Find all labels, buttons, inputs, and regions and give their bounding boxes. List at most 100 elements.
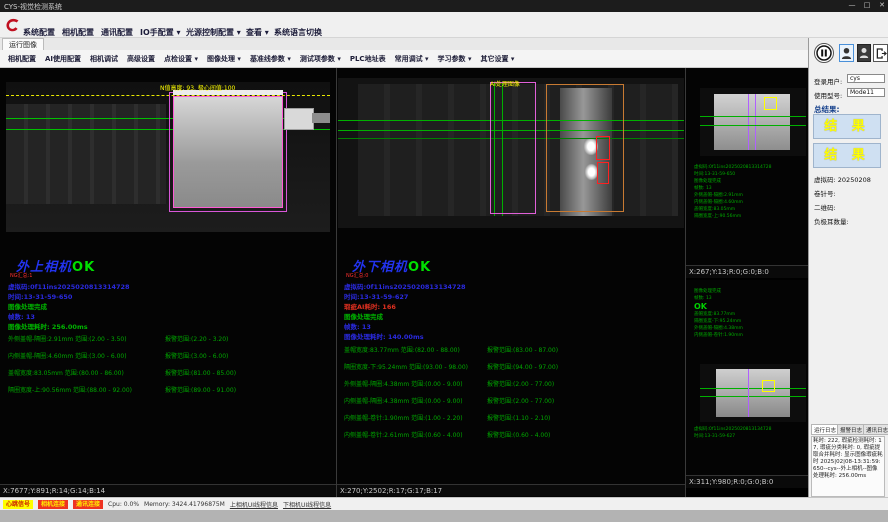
close-button[interactable]: ✕ [876,1,888,9]
measurement-text: 隔圈宽度-上:90.56mm 范围:(88.00 - 92.00) [8,385,132,394]
alarm-range-text: 报警范围:(2.20 - 3.20) [165,334,228,343]
measure-line [700,388,806,389]
process-time-line: 图像处理耗时: 140.00ms [344,331,424,341]
tiny-line: 帧数: 13 [694,295,743,302]
measurement-text: 外侧盖帽-隔圈:2.91mm 范围:(2.00 - 3.50) [8,334,127,343]
thumbnail-panel-top: 虚拟码:0f11ins2025020813314728 时间:13-31-59-… [686,68,808,278]
violet-line [748,94,749,150]
result-ok-label: OK [408,260,431,275]
camera-image-lower[interactable]: AI处理图像 [338,78,684,228]
log-tab-alarm[interactable]: 报警日志 [837,424,865,435]
tiny-line: 隔圈宽度-下:95.24mm [694,318,743,325]
toolbar-advanced[interactable]: 高级设置 [127,54,155,64]
alarm-range-text: 报警范围:(94.00 - 97.00) [487,362,558,371]
app-logo-icon [4,17,21,34]
tab-strip: 运行图像 [0,38,808,50]
toolbar-other-settings[interactable]: 其它设置 ▾ [480,54,514,64]
status-bar: 心跳信号 相机连接 通讯连接 Cpu: 0.0% Memory: 3424.41… [0,497,888,510]
toolbar-ai-config[interactable]: AI使用配置 [45,54,81,64]
measurement-text: 盖帽宽度:83.77mm 范围:(82.00 - 88.00) [344,345,460,354]
coordinate-readout: X:267;Y:13;R:0;G:0;B:0 [689,268,769,276]
menu-item-light-control[interactable]: 光源控制配置 ▾ [186,27,241,38]
toolbar-camera-config[interactable]: 相机配置 [8,54,36,64]
coordinate-readout: X:7677;Y:891;R:14;G:14;B:14 [3,487,105,495]
result-ok-label: OK [72,260,95,275]
exit-button[interactable] [873,44,888,62]
camera-panel-lower: AI处理图像 外下相机OK NG汇总:0 虚拟码:0f11ins20250208… [337,68,685,497]
roi-box-magenta [490,82,536,214]
time-line: 时间:13-31-59-627 [344,291,408,301]
app-window: CYS-视觉检测系统 — □ ✕ 系统配置 相机配置 通讯配置 IO手配置 ▾ … [0,0,888,522]
minimize-button[interactable]: — [846,1,858,9]
user-login-button[interactable] [839,44,854,62]
tab-run-image[interactable]: 运行图像 [2,38,44,50]
lower-camera-thread-link[interactable]: 下相机UI线程信息 [283,500,331,509]
log-text[interactable]: 耗时: 222, 瑕疵检测耗时: 17, 瑕疵分类耗时: 0, 瑕疵提取合并耗时… [811,436,885,497]
pause-button[interactable] [814,43,834,63]
tiny-line: 隔圈宽度-上:90.56mm [694,213,771,220]
camera-conn-badge: 相机连接 [38,500,68,509]
process-done-line: 图像处理完成 [8,301,47,311]
comm-conn-badge: 通讯连接 [73,500,103,509]
thumbnail-result-text-upper: 图像处理完成 帧数: 13 OK 盖帽宽度:83.77mm 隔圈宽度-下:95.… [694,288,743,339]
qrcode-label: 二维码: [814,202,836,212]
measurement-text: 盖帽宽度:83.05mm 范围:(80.00 - 86.00) [8,368,124,377]
upper-camera-thread-link[interactable]: 上相机UI线程信息 [230,500,278,509]
barcode-line: 虚拟码:0f11ins2025020813134728 [344,281,466,291]
alarm-range-text: 报警范围:(2.00 - 77.00) [487,379,554,388]
measurement-text: 内侧盖帽-隔圈:4.60mm 范围:(3.00 - 6.00) [8,351,127,360]
result-ok-label: OK [694,302,743,311]
image-annotation: AI处理图像 [490,79,520,88]
coordinate-strip: X:7677;Y:891;R:14;G:14;B:14 [0,484,336,496]
menu-item-system-config[interactable]: 系统配置 [23,27,55,38]
defect-box [597,162,609,184]
tiny-line: 时间:13-31-59-650 [694,171,771,178]
menu-item-language-switch[interactable]: 系统语言切换 [274,27,322,38]
maximize-button[interactable]: □ [861,1,873,9]
toolbar-test-params[interactable]: 测试项参数 ▾ [300,54,341,64]
thumbnail-image-top[interactable] [700,88,806,156]
roi-box-orange [546,84,624,212]
toolbar-plc-table[interactable]: PLC地址表 [350,54,386,64]
menu-item-camera-config[interactable]: 相机配置 [62,27,94,38]
menu-item-comm-config[interactable]: 通讯配置 [101,27,133,38]
login-user-label: 登录用户: [814,76,842,86]
toolbar-camera-debug[interactable]: 相机调试 [90,54,118,64]
toolbar-common-debug[interactable]: 常用调试 ▾ [395,54,429,64]
measurement-text: 隔圈宽度-下:95.24mm 范围:(93.00 - 98.00) [344,362,468,371]
barcode-line: 虚拟码:0f11ins2025020813314728 [8,281,130,291]
tiny-line: 内侧盖帽-隔圈:4.60mm [694,199,771,206]
log-tab-run[interactable]: 运行日志 [811,424,839,435]
toolbar-spot-check[interactable]: 点检设置 ▾ [164,54,198,64]
alarm-range-text: 报警范围:(3.00 - 6.00) [165,351,228,360]
camera-image-upper[interactable]: N值高度: 93. 极心间值:100 [6,82,330,232]
toolbar-learn-params[interactable]: 学习参数 ▾ [438,54,472,64]
measure-line [700,125,806,126]
sidebar: 登录用户: cys 使用型号: Mode11 总结果: 结 果 结 果 虚拟码:… [808,38,888,497]
coordinate-strip: X:267;Y:13;R:0;G:0;B:0 [686,265,808,278]
violet-line [755,94,756,150]
title-bar: CYS-视觉检测系统 — □ ✕ [0,0,888,12]
alarm-range-text: 报警范围:(81.00 - 85.00) [165,368,236,377]
cpu-usage: Cpu: 0.0% [108,501,139,508]
menu-item-io-manual[interactable]: IO手配置 ▾ [140,27,181,38]
memory-usage: Memory: 3424.41796875M [144,501,225,508]
virtual-code-value: 20250208 [838,176,871,184]
ng-summary-label: NG汇总:0 [346,272,368,279]
tiny-line: 时间:13-31-59-627 [694,433,771,440]
coordinate-strip: X:311;Y:980;R:0;G:0;B:0 [686,475,808,488]
operator-button[interactable] [857,44,871,62]
camera-panel-upper: N值高度: 93. 极心间值:100 外上相机OK NG汇总:1 虚拟码:0f1… [0,68,336,497]
log-section: 运行日志 报警日志 通讯日志 耗时: 222, 瑕疵检测耗时: 17, 瑕疵分类… [809,424,888,497]
menu-bar: 系统配置 相机配置 通讯配置 IO手配置 ▾ 光源控制配置 ▾ 查看 ▾ 系统语… [0,12,888,38]
tiny-line: 图像处理完成 [694,288,743,295]
menu-item-view[interactable]: 查看 ▾ [246,27,269,38]
log-tab-comm[interactable]: 通讯日志 [863,424,888,435]
login-user-value[interactable]: cys [847,74,885,83]
toolbar-baseline-params[interactable]: 基准线参数 ▾ [250,54,291,64]
toolbar-image-process[interactable]: 图像处理 ▾ [207,54,241,64]
model-value[interactable]: Mode11 [847,88,885,97]
thumbnail-image-bottom[interactable] [700,364,806,422]
tiny-line: 外侧盖帽-隔圈:2.91mm [694,192,771,199]
alarm-range-text: 报警范围:(2.00 - 77.00) [487,396,554,405]
